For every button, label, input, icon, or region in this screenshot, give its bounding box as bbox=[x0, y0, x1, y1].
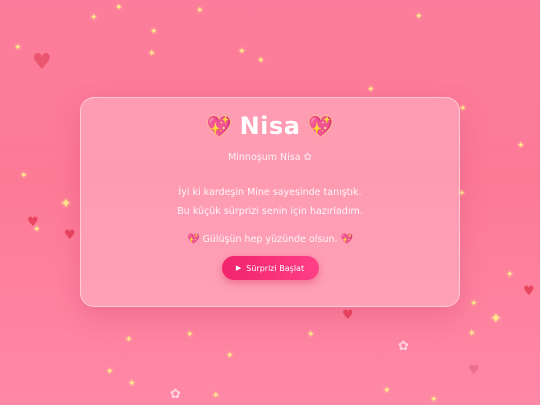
heart-icon: ♥ bbox=[468, 363, 480, 378]
blossom-icon: ✿ bbox=[303, 152, 312, 163]
blossom-icon: ✿ bbox=[398, 339, 409, 354]
sparkle-icon: ✦ bbox=[90, 13, 98, 23]
sparkle-icon: ✦ bbox=[517, 141, 525, 151]
wish-line: 💖 Gülüşün hep yüzünde olsun. 💖 bbox=[81, 234, 459, 245]
sparkle-icon: ✦ bbox=[506, 270, 514, 280]
sparkle-icon: ✦ bbox=[226, 351, 234, 361]
sparkling-heart-icon: 💖 bbox=[206, 114, 232, 138]
sparkle-icon: ✦ bbox=[212, 391, 220, 401]
play-icon: ▶ bbox=[235, 264, 242, 272]
start-surprise-button[interactable]: ▶ Sürprizi Başlat bbox=[221, 256, 319, 280]
title-row: 💖 Nisa 💖 bbox=[81, 110, 459, 142]
message-line: Bu küçük sürprizi senin için hazırladım. bbox=[177, 206, 363, 217]
heart-icon: ♥ bbox=[523, 284, 535, 299]
sparkle-icon: ✦ bbox=[128, 379, 136, 389]
start-surprise-label: Sürprizi Başlat bbox=[246, 263, 305, 273]
page-title: Nisa bbox=[239, 112, 301, 140]
message: İyi ki kardeşin Mine sayesinde tanıştık.… bbox=[81, 183, 459, 221]
sparkling-heart-icon: 💖 bbox=[340, 234, 353, 245]
heart-icon: ♥ bbox=[27, 215, 39, 230]
sparkle-icon: ✦ bbox=[367, 85, 375, 95]
sparkle-icon: ✦ bbox=[106, 367, 114, 377]
sparkle-icon: ✦ bbox=[150, 27, 158, 37]
sparkle-icon: ✦ bbox=[14, 43, 22, 53]
heart-icon: ♥ bbox=[64, 228, 76, 243]
message-line: İyi ki kardeşin Mine sayesinde tanıştık. bbox=[178, 187, 362, 198]
sparkle-icon: ✦ bbox=[383, 386, 391, 396]
sparkle-icon: ✦ bbox=[125, 335, 133, 345]
blossom-icon: ✿ bbox=[170, 387, 181, 402]
sparkle-icon: ✦ bbox=[307, 330, 315, 340]
sparkle-icon: ✦ bbox=[470, 299, 478, 309]
sparkle-icon: ✦ bbox=[115, 3, 123, 13]
sparkle-icon: ✦ bbox=[60, 196, 72, 212]
subtitle-text: Minnoşum Nisa bbox=[228, 152, 301, 163]
sparkle-icon: ✦ bbox=[196, 6, 204, 16]
sparkle-icon: ✦ bbox=[238, 47, 246, 57]
surprise-card: 💖 Nisa 💖 Minnoşum Nisa ✿ İyi ki kardeşin… bbox=[80, 97, 460, 307]
sparkling-heart-icon: 💖 bbox=[187, 234, 200, 245]
sparkle-icon: ✦ bbox=[33, 225, 41, 235]
sparkle-icon: ✦ bbox=[468, 329, 476, 339]
sparkle-icon: ✦ bbox=[490, 311, 502, 327]
sparkle-icon: ✦ bbox=[415, 12, 423, 22]
sparkling-heart-icon: 💖 bbox=[308, 114, 334, 138]
heart-icon: ♥ bbox=[342, 308, 354, 323]
wish-text: Gülüşün hep yüzünde olsun. bbox=[202, 234, 338, 245]
sparkle-icon: ✦ bbox=[20, 171, 28, 181]
sparkle-icon: ✦ bbox=[430, 395, 438, 405]
sparkle-icon: ✦ bbox=[148, 49, 156, 59]
sparkle-icon: ✦ bbox=[186, 330, 194, 340]
sparkle-icon: ✦ bbox=[257, 56, 265, 66]
sparkle-icon: ✦ bbox=[459, 104, 467, 114]
heart-icon: ♥ bbox=[32, 50, 52, 75]
subtitle: Minnoşum Nisa ✿ bbox=[81, 152, 459, 163]
